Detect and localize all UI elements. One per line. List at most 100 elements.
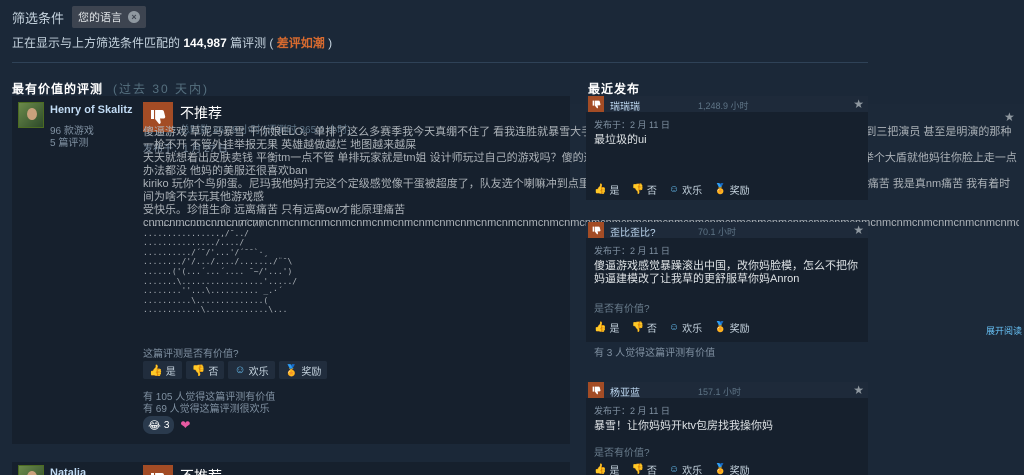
vote-yes-button[interactable]: 👍 是 [594,320,619,335]
summary-mid: 篇评测 ( [230,36,274,50]
vote-yes-button[interactable]: 👍 是 [594,462,619,475]
award-pill[interactable]: 😂 3 [143,416,175,434]
recent-review-text: 傻逼游戏感觉暴躁滚出中国，改你妈脸模，怎么不把你妈逼建模改了让我草的更舒服草你妈… [594,260,858,285]
author-name[interactable]: Natalia [50,467,86,475]
filter-chip-label: 您的语言 [78,12,123,24]
award-icon: 🏅 [714,184,727,195]
thumbs-down-small-icon: 👎 [631,464,644,475]
star-icon[interactable]: ★ [853,383,864,397]
award-icon: 🏅 [714,322,727,333]
award-button[interactable]: 🏅 奖励 [714,462,749,475]
thumbs-down-icon [143,465,173,475]
vote-no-label: 否 [208,366,219,378]
vote-yes-button[interactable]: 👍 是 [594,182,619,197]
filter-label: 筛选条件 [12,10,65,26]
recent-review-date: 发布于：2 月 11 日 [594,120,670,130]
language-filter-chip[interactable]: 您的语言 × [72,6,147,28]
award-label: 奖励 [729,466,750,475]
helpful-question: 这篇评测是否有价值? [143,349,239,360]
author-reviews[interactable]: 5 篇评测 [50,134,88,149]
heart-emoji-icon[interactable]: ❤ [180,418,190,432]
vote-funny-button[interactable]: ☺ 欢乐 [669,182,702,197]
vote-no-button[interactable]: 👎 否 [631,462,656,475]
thumbs-up-icon: 👍 [594,464,607,475]
vote-no-button[interactable]: 👎 否 [631,182,656,197]
funny-count: 有 69 人觉得这篇评测很欢乐 [143,404,270,415]
expand-review-link[interactable]: 展开阅读 [986,324,1022,337]
recent-review-hours: 157.1 小时 [698,387,742,397]
star-icon[interactable]: ★ [853,97,864,111]
most-helpful-heading: 最有价值的评测 (过去 30 天内) [12,80,209,97]
vote-no-button[interactable]: 👎 否 [631,320,656,335]
review-text-line: kiriko 玩你个鸟卵蛋。尼玛我他妈打完这个定级感觉像干蛋被超度了，队友选个喇… [143,178,1011,203]
recent-vote-row: 👍 是 👎 否 ☺ 欢乐 🏅 奖励 [594,462,750,475]
award-label: 奖励 [301,366,322,378]
vote-yes-label: 是 [609,324,620,335]
star-icon[interactable]: ★ [853,223,864,237]
recent-review-header: 歪比歪比? 70.1 小时 ★ [586,222,868,239]
review-body: 傻逼游戏 草泥马暴雪 干你娘ELO。单排了这么多赛季我今天真绷不住了 看我连胜就… [143,126,1019,230]
recent-review-text: 暴雪！让你妈妈开ktv包房找我操你妈 [594,420,774,432]
award-button[interactable]: 🏅 奖励 [278,361,328,379]
star-icon[interactable]: ★ [1004,110,1015,124]
most-helpful-title: 最有价值的评测 [12,82,104,96]
vote-yes-button[interactable]: 👍 是 [143,361,182,379]
award-row: 😂 3 ❤ [143,416,190,434]
award-label: 奖励 [729,324,750,335]
vote-funny-label: 欢乐 [248,366,269,378]
helpful-question: 是否有价值? [594,448,650,459]
vote-no-button[interactable]: 👎 否 [185,361,225,379]
author-name[interactable]: Henry of Skalitz [50,104,133,116]
avatar[interactable] [18,102,44,128]
recent-review-text: 最垃圾的ui [594,134,647,146]
summary-suffix: ) [328,36,333,50]
recent-review-card: 瑞瑞瑞 1,248.9 小时 ★ 发布于：2 月 11 日 最垃圾的ui 👍 是 … [586,96,868,200]
laugh-emoji-icon: 😂 [148,419,161,432]
rating-summary[interactable]: 差评如潮 [277,36,325,50]
award-icon: 🏅 [714,464,727,475]
thumbs-down-icon [588,222,604,238]
recent-title: 最近发布 [588,82,641,96]
avatar[interactable] [18,465,44,475]
vote-no-label: 否 [646,186,657,197]
award-button[interactable]: 🏅 奖励 [714,320,749,335]
review-ascii-art: ..................../´¯/) ..............… [143,219,298,315]
smile-icon: ☺ [234,364,246,376]
vote-funny-button[interactable]: ☺ 欢乐 [669,320,702,335]
vote-row: 👍 是 👎 否 ☺ 欢乐 🏅 奖励 [143,361,328,379]
close-icon[interactable]: × [128,11,141,23]
vote-funny-button[interactable]: ☺ 欢乐 [228,361,275,379]
thumbs-up-icon: 👍 [594,184,607,195]
review-text-line: 傻逼游戏 草泥马暴雪 干你娘ELO。单排了这么多赛季我今天真绷不住了 看我连胜就… [143,126,1012,151]
award-icon: 🏅 [284,364,299,377]
review-count: 144,987 [183,36,227,50]
award-button[interactable]: 🏅 奖励 [714,182,749,197]
vote-funny-label: 欢乐 [682,186,703,197]
vote-funny-label: 欢乐 [682,466,703,475]
recent-review-hours: 70.1 小时 [698,227,737,237]
divider [12,62,868,63]
recent-review-date: 发布于：2 月 11 日 [594,406,670,416]
recent-review-header: 杨亚蓝 157.1 小时 ★ [586,382,868,399]
review-summary: 正在显示与上方筛选条件匹配的 144,987 篇评测 ( 差评如潮 ) [12,34,332,51]
vote-yes-label: 是 [609,186,620,197]
recent-review-user[interactable]: 杨亚蓝 [610,384,640,399]
vote-funny-label: 欢乐 [682,324,703,335]
vote-yes-label: 是 [165,366,176,378]
recent-heading: 最近发布 [588,80,640,97]
thumbs-down-small-icon: 👎 [631,322,644,333]
recent-review-date: 发布于：2 月 11 日 [594,246,670,256]
review-text-line: 受快乐。珍惜生命 远离痛苦 只有远离ow才能原理痛苦 [143,204,406,216]
smile-icon: ☺ [668,322,680,333]
vote-yes-label: 是 [609,466,620,475]
recent-review-hours: 1,248.9 小时 [698,101,749,111]
thumbs-down-small-icon: 👎 [191,364,206,377]
review-text-line: 天天就想着出皮肤卖钱 平衡tm一点不管 单排玩家就是tm姐 设计师玩过自己的游戏… [143,152,1017,177]
thumbs-down-small-icon: 👎 [631,184,644,195]
review-card: Natalia 不推荐 [12,462,570,475]
recent-review-user[interactable]: 瑞瑞瑞 [610,98,640,113]
filter-bar: 筛选条件 您的语言 × [12,6,147,28]
recent-vote-row: 👍 是 👎 否 ☺ 欢乐 🏅 奖励 [594,320,750,335]
vote-funny-button[interactable]: ☺ 欢乐 [669,462,702,475]
recent-review-user[interactable]: 歪比歪比? [610,224,656,239]
